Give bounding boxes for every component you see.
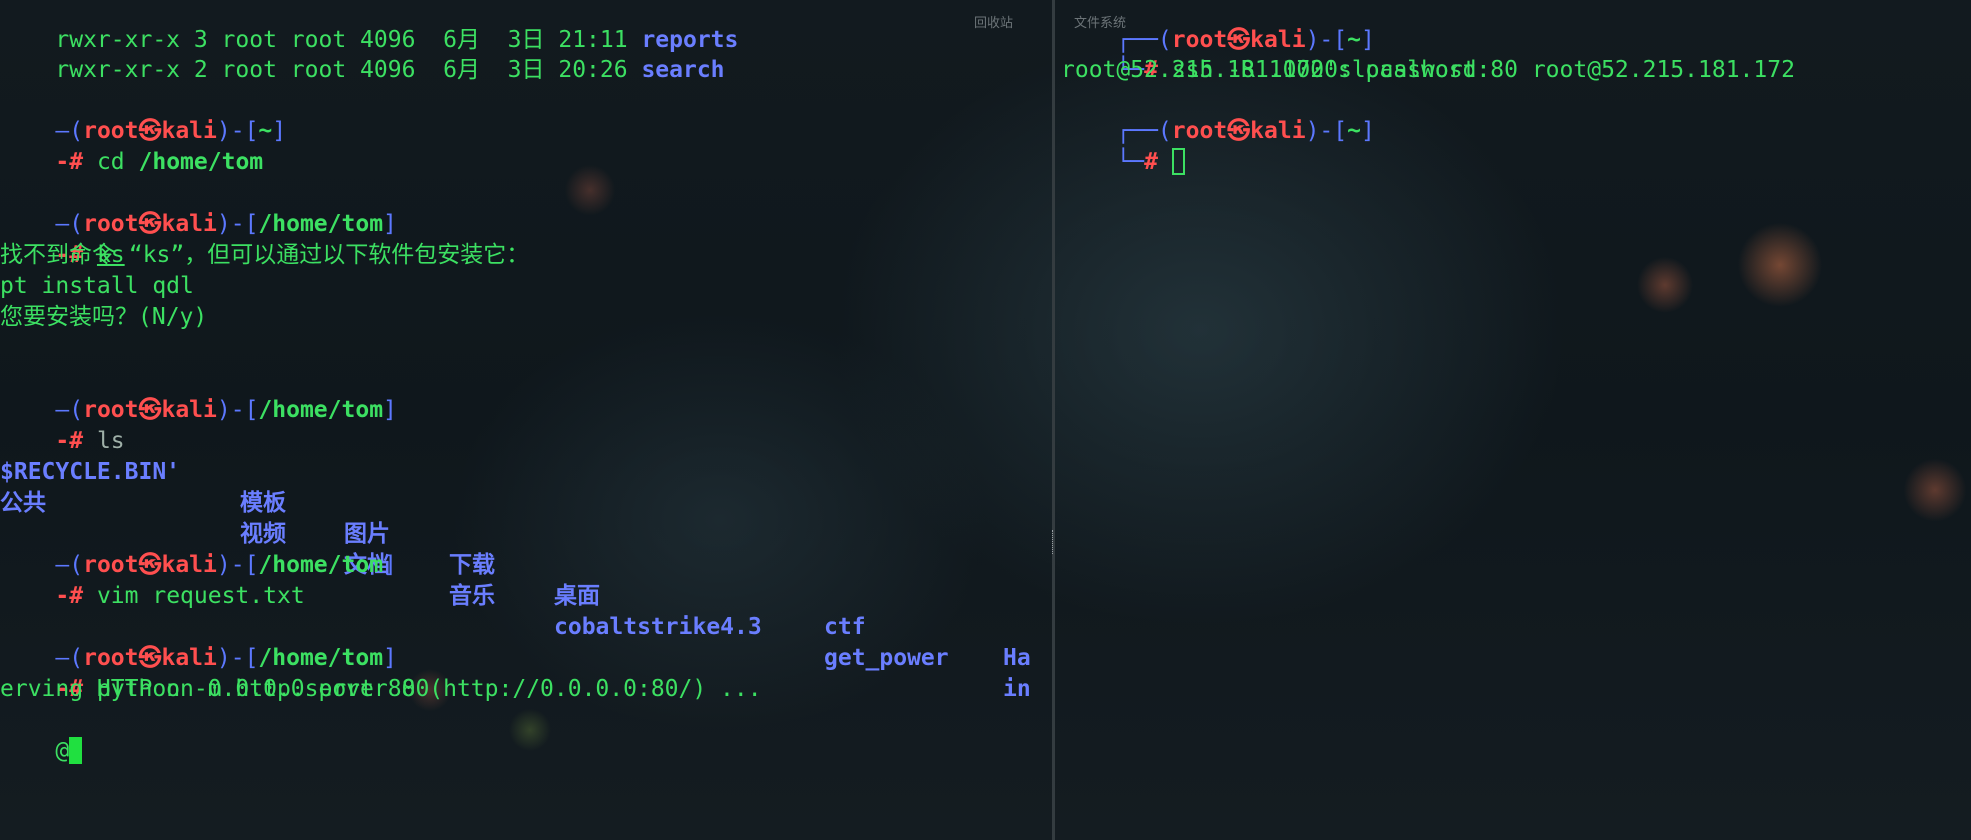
command-output: erving HTTP on 0.0.0.0 port 80 (http://0… <box>0 676 762 702</box>
shell-command-line: -# cd /home/tom <box>55 149 264 175</box>
shell-prompt: —(root㉿kali)-[/home/tom] <box>55 211 397 237</box>
ls-row: rwxr-xr-x 3 root root 4096 6月 3日 21:11 r… <box>55 27 739 53</box>
shell-prompt: ┌──(root㉿kali)-[~] <box>1116 27 1375 53</box>
terminal-pane-left[interactable]: rwxr-xr-x 3 root root 4096 6月 3日 21:11 r… <box>0 0 1052 840</box>
shell-prompt: —(root㉿kali)-[/home/tom] <box>55 552 397 578</box>
command-output: 找不到命令 “ks”，但可以通过以下软件包安装它： <box>0 242 530 268</box>
ls-output-row: 公共 视频 文档 音乐 cobaltstrike4.3 get_power in <box>0 490 1031 702</box>
shell-prompt: —(root㉿kali)-[/home/tom] <box>55 645 397 671</box>
command-output: root@52.215.181.172's password: <box>1061 57 1491 83</box>
ls-row: rwxr-xr-x 2 root root 4096 6月 3日 20:26 s… <box>55 57 725 83</box>
command-output: pt install qdl <box>0 273 194 299</box>
command-output: 您要安装吗？(N/y) <box>0 304 208 330</box>
shell-command-line: -# ls <box>55 428 125 454</box>
shell-input-line[interactable]: └─# <box>1061 116 1185 175</box>
terminal-pane-right[interactable]: ┌──(root㉿kali)-[~] └─# ssh -R 10000:loca… <box>1057 0 1971 840</box>
shell-prompt: —(root㉿kali)-[/home/tom] <box>55 397 397 423</box>
ls-output-row: $RECYCLE.BIN' 模板 图片 下载 桌面 ctf Ha <box>0 459 1031 671</box>
terminal-cursor <box>69 737 83 764</box>
pane-divider[interactable] <box>1052 0 1055 840</box>
terminal-cursor <box>1171 148 1185 175</box>
shell-prompt: ┌──(root㉿kali)-[~] <box>1116 118 1375 144</box>
shell-prompt: —(root㉿kali)-[~] <box>55 118 287 144</box>
shell-command-line: -# vim request.txt <box>55 583 305 609</box>
shell-command-line: -# ks <box>55 242 125 268</box>
shell-command-line: └─# ssh -R 10000:localhost:80 root@52.21… <box>1116 57 1795 83</box>
shell-input-line[interactable]: @ <box>0 705 83 764</box>
shell-command-line: -# python -m http.server 80 <box>55 676 430 702</box>
pane-resize-handle[interactable] <box>1052 530 1055 554</box>
